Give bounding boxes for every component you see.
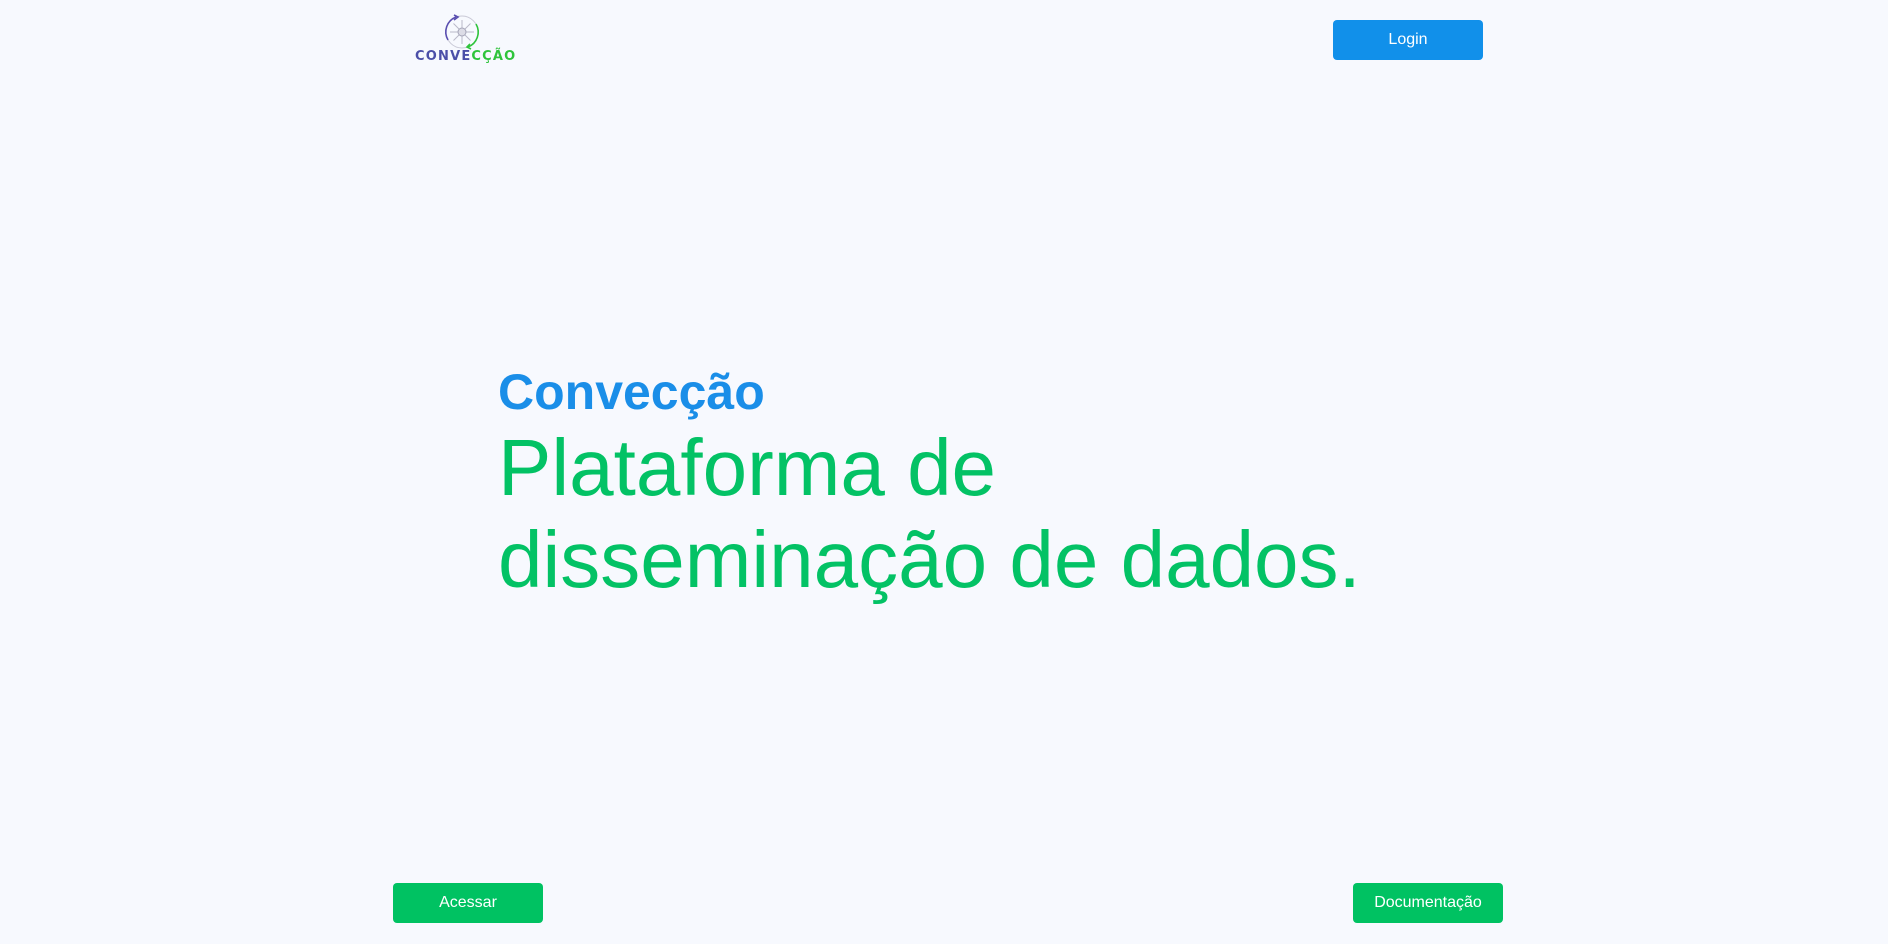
logo-text: CONVECÇÃO bbox=[415, 49, 517, 64]
documentation-button[interactable]: Documentação bbox=[1353, 883, 1503, 923]
landing-page: CONVECÇÃO Login Convecção Plataforma de … bbox=[0, 0, 1888, 944]
hero-brand: Convecção bbox=[498, 364, 765, 420]
hero-title: Plataforma de disseminação de dados. bbox=[498, 423, 1361, 604]
access-button[interactable]: Acessar bbox=[393, 883, 543, 923]
logo[interactable]: CONVECÇÃO bbox=[412, 14, 516, 68]
hero-section: Convecção Plataforma de disseminação de … bbox=[498, 362, 1478, 606]
convection-cycle-icon bbox=[445, 14, 479, 50]
login-button[interactable]: Login bbox=[1333, 20, 1483, 60]
